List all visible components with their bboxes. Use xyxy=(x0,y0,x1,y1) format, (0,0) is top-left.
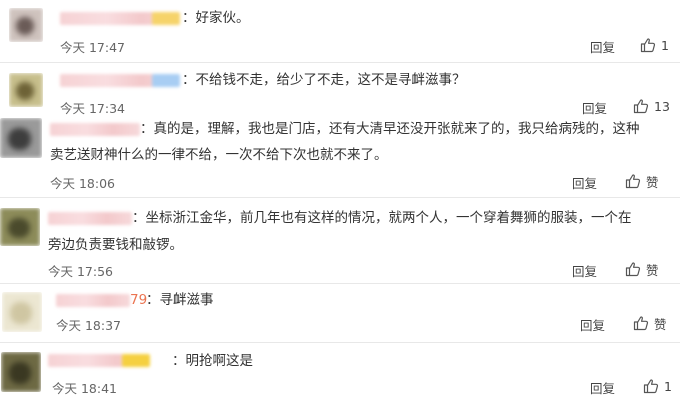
username-redacted[interactable] xyxy=(50,123,140,136)
comment-text: ：明抢啊这是 xyxy=(172,353,253,369)
comment-item: ：坐标浙江金华，前几年也有这样的情况，就两个人，一个穿着舞狮的服装，一个在 旁边… xyxy=(0,198,680,283)
comment-text-line-2: 卖艺送财神什么的一律不给，一次不给下次也就不来了。 xyxy=(50,147,388,163)
reply-button[interactable]: 回复 xyxy=(572,261,597,280)
like-label: 赞 xyxy=(654,316,667,332)
comment-time: 今天 17:47 xyxy=(60,40,125,55)
like-button[interactable]: 赞 xyxy=(625,172,659,190)
username-suffix[interactable]: 79 xyxy=(130,287,147,313)
reply-button[interactable]: 回复 xyxy=(590,37,615,56)
comment-item: ：明抢啊这是 今天 18:41 回复 1 xyxy=(0,343,680,401)
comment-item: 79 ：寻衅滋事 今天 18:37 回复 赞 xyxy=(0,284,680,342)
avatar[interactable] xyxy=(1,352,41,392)
reply-button[interactable]: 回复 xyxy=(590,378,615,397)
comment-text-line-2: 旁边负责要钱和敲锣。 xyxy=(48,237,183,253)
reply-button[interactable]: 回复 xyxy=(572,173,597,192)
comment-item: ：不给钱不走，给少了不走，这不是寻衅滋事？ 今天 17:34 回复 13 xyxy=(0,63,680,118)
like-button[interactable]: 赞 xyxy=(633,314,667,332)
comment-item: ：真的是，理解，我也是门店，还有大清早还没开张就来了的，我只给病残的，这种 卖艺… xyxy=(0,118,680,194)
thumbs-up-icon xyxy=(633,316,649,331)
like-button[interactable]: 1 xyxy=(643,377,672,395)
like-count: 1 xyxy=(661,37,669,53)
like-button[interactable]: 赞 xyxy=(625,260,659,278)
username-redacted[interactable] xyxy=(60,74,180,87)
thumbs-up-icon xyxy=(640,38,656,53)
like-count: 13 xyxy=(654,98,670,114)
comment-text: ：寻衅滋事 xyxy=(146,292,214,308)
username-redacted[interactable] xyxy=(48,354,150,367)
like-label: 赞 xyxy=(646,262,659,278)
username-redacted[interactable] xyxy=(60,12,180,25)
comment-item: ：好家伙。 今天 17:47 回复 1 xyxy=(0,0,680,62)
avatar[interactable] xyxy=(2,292,42,332)
comment-text: ：好家伙。 xyxy=(182,10,250,26)
username-redacted[interactable] xyxy=(48,212,132,225)
comment-time: 今天 17:34 xyxy=(60,101,125,116)
comment-time: 今天 18:37 xyxy=(56,318,121,333)
like-count: 1 xyxy=(664,378,672,394)
reply-button[interactable]: 回复 xyxy=(580,315,605,334)
username-redacted[interactable] xyxy=(56,294,130,307)
thumbs-up-icon xyxy=(625,262,641,277)
comment-text-line-1: ：真的是，理解，我也是门店，还有大清早还没开张就来了的，我只给病残的，这种 xyxy=(140,121,640,137)
thumbs-up-icon xyxy=(625,174,641,189)
avatar[interactable] xyxy=(0,208,40,246)
avatar[interactable] xyxy=(9,8,43,42)
thumbs-up-icon xyxy=(633,99,649,114)
comment-time: 今天 18:41 xyxy=(52,381,117,396)
comment-text-line-1: ：坐标浙江金华，前几年也有这样的情况，就两个人，一个穿着舞狮的服装，一个在 xyxy=(132,210,632,226)
comment-list: ：好家伙。 今天 17:47 回复 1 ：不给钱不走，给少了不走，这不是寻衅滋事… xyxy=(0,0,680,401)
reply-button[interactable]: 回复 xyxy=(582,98,607,117)
like-button[interactable]: 1 xyxy=(640,36,669,54)
like-label: 赞 xyxy=(646,174,659,190)
comment-time: 今天 18:06 xyxy=(50,176,115,191)
comment-time: 今天 17:56 xyxy=(48,264,113,279)
avatar[interactable] xyxy=(9,73,43,107)
comment-text: ：不给钱不走，给少了不走，这不是寻衅滋事？ xyxy=(182,72,466,88)
like-button[interactable]: 13 xyxy=(633,97,670,115)
thumbs-up-icon xyxy=(643,379,659,394)
avatar[interactable] xyxy=(0,118,42,158)
